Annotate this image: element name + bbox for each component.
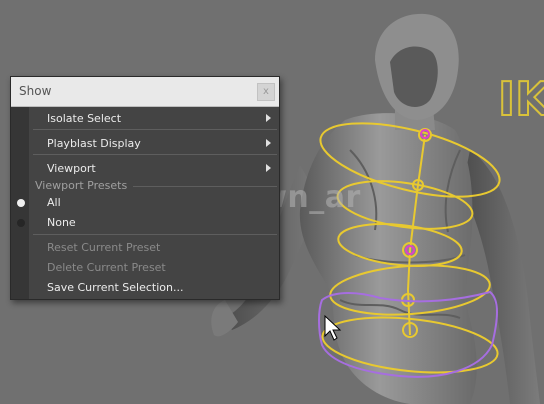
menu-separator	[33, 129, 277, 130]
menu-item-reset-current-preset: Reset Current Preset	[47, 241, 161, 254]
section-divider	[133, 186, 277, 187]
submenu-arrow-icon	[266, 114, 271, 122]
radio-unselected-icon	[17, 219, 25, 227]
menu-item-preset-none[interactable]: None	[47, 216, 76, 229]
close-button[interactable]: x	[257, 83, 275, 101]
menu-titlebar[interactable]: Show x	[11, 77, 279, 107]
menu-item-viewport[interactable]: Viewport	[47, 162, 96, 175]
show-menu: Show x Isolate Select Playblast Display …	[10, 76, 280, 300]
menu-item-preset-all[interactable]: All	[47, 196, 61, 209]
ik-label: IK	[497, 71, 544, 127]
submenu-arrow-icon	[266, 164, 271, 172]
menu-item-isolate-select[interactable]: Isolate Select	[47, 112, 121, 125]
menu-item-playblast-display[interactable]: Playblast Display	[47, 137, 141, 150]
submenu-arrow-icon	[266, 139, 271, 147]
radio-selected-icon	[17, 199, 25, 207]
menu-separator	[33, 234, 277, 235]
menu-item-delete-current-preset: Delete Current Preset	[47, 261, 166, 274]
menu-item-save-current-selection[interactable]: Save Current Selection...	[47, 281, 184, 294]
menu-separator	[33, 154, 277, 155]
viewport-presets-section-label: Viewport Presets	[35, 179, 128, 192]
menu-title: Show	[19, 84, 52, 98]
